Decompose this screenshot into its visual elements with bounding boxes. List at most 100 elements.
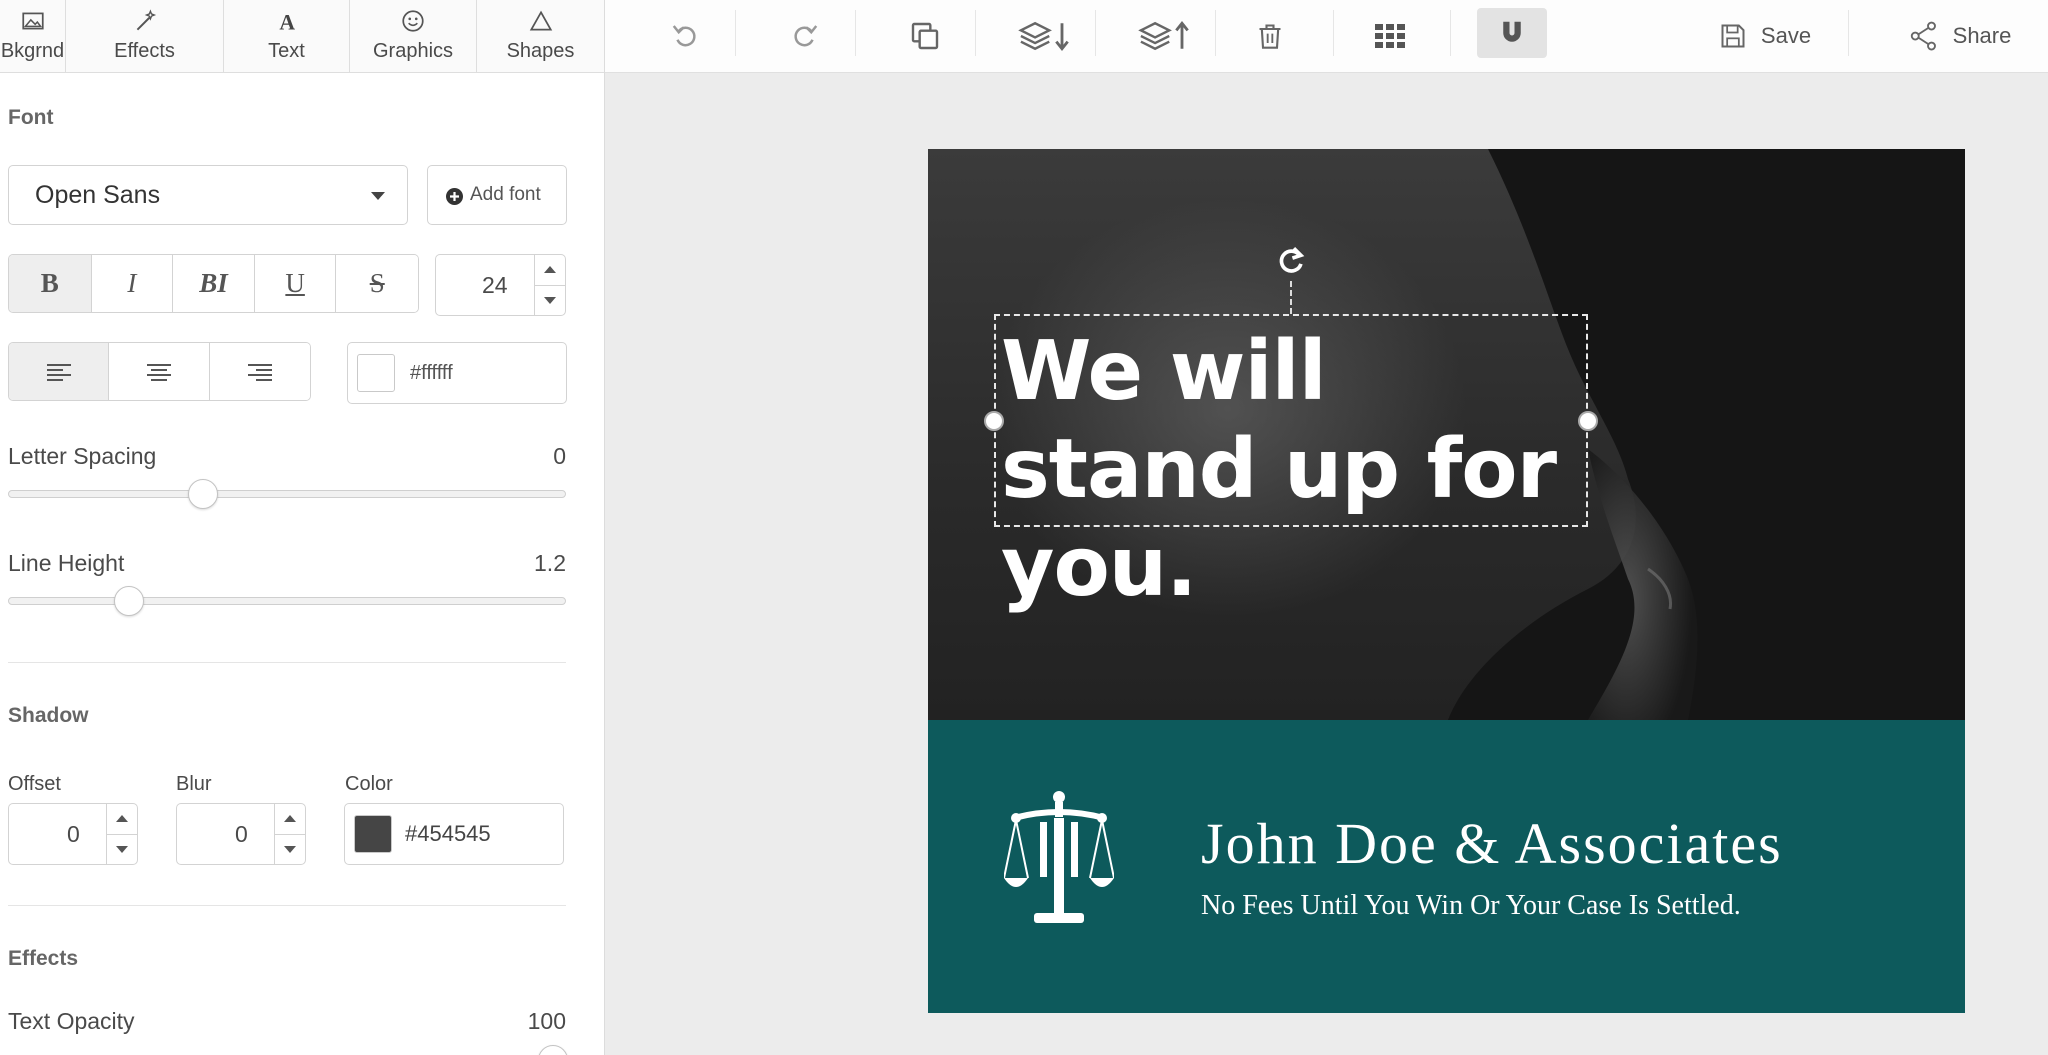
offset-label: Offset [8,773,61,795]
tab-shapes[interactable]: Shapes [477,0,604,72]
strikethrough-button[interactable]: S [336,255,418,312]
tagline-text[interactable]: No Fees Until You Win Or Your Case Is Se… [1201,890,1741,922]
toolbar-separator [1215,10,1216,56]
grid-button[interactable] [1355,0,1425,72]
shadow-section-title: Shadow [8,704,89,727]
add-font-label: Add font [470,184,541,205]
letter-spacing-thumb[interactable] [187,479,218,509]
line-height-label: Line Height [8,550,125,576]
redo-button[interactable] [770,0,840,72]
send-backward-button[interactable] [1000,0,1090,72]
align-left-icon [46,363,71,381]
magic-wand-icon [136,9,156,31]
font-family-value: Open Sans [35,181,161,209]
shadow-blur-stepper[interactable]: 0 [176,803,306,865]
font-style-group: B I BI U S [8,254,419,313]
align-center-button[interactable] [109,343,210,400]
rotate-connector [1290,281,1294,314]
shadow-blur-value: 0 [235,821,248,847]
tab-graphics[interactable]: Graphics [350,0,477,72]
font-family-select[interactable]: Open Sans [8,165,408,225]
shadow-offset-stepper[interactable]: 0 [8,803,138,865]
duplicate-icon [911,22,939,50]
snap-magnet-button[interactable] [1477,8,1547,58]
blur-label: Blur [176,773,212,795]
add-font-button[interactable]: Add font [427,165,567,225]
tab-label: Shapes [506,40,575,62]
brand-banner[interactable]: John Doe & Associates No Fees Until You … [928,720,1965,1013]
undo-button[interactable] [650,0,720,72]
text-icon: A [279,11,295,34]
line-height-value: 1.2 [534,550,566,576]
text-align-group [8,342,311,401]
bring-forward-button[interactable] [1120,0,1210,72]
effects-section-title: Effects [8,947,79,970]
tab-background[interactable]: Bkgrnd [0,0,66,72]
triangle-icon [529,10,552,31]
text-opacity-value: 100 [527,1008,566,1034]
toolbar-separator [1450,10,1451,56]
plus-circle-icon [446,188,463,205]
save-button[interactable]: Save [1695,0,1835,72]
caret-down-icon [371,192,385,200]
align-right-button[interactable] [209,343,310,400]
tab-label: Effects [114,40,175,62]
share-button[interactable]: Share [1895,0,2025,72]
undo-icon [672,25,696,47]
design-canvas[interactable]: We will stand up for you. John Doe & Ass… [928,149,1965,1013]
font-size-value: 24 [482,272,508,298]
resize-handle-right[interactable] [1578,411,1598,431]
bold-italic-button[interactable]: BI [173,255,255,312]
bold-button[interactable]: B [9,255,92,312]
shadow-color-field[interactable]: #454545 [344,803,564,865]
tab-effects[interactable]: Effects [66,0,224,72]
svg-text:A: A [279,11,295,34]
arrow-down-icon[interactable] [275,835,305,865]
letter-spacing-track[interactable] [8,490,566,498]
text-opacity-label: Text Opacity [8,1008,135,1034]
headline-text[interactable]: We will stand up for you. [1001,323,1581,617]
arrow-down-icon[interactable] [535,286,565,316]
line-height-track[interactable] [8,597,566,605]
duplicate-button[interactable] [890,0,960,72]
tab-text[interactable]: A Text [224,0,350,72]
tab-label: Text [268,40,305,62]
rotate-icon[interactable] [1274,244,1308,278]
tab-label: Graphics [372,40,454,62]
toolbar-separator [1333,10,1334,56]
font-size-stepper[interactable]: 24 [435,254,566,316]
toolbar-separator [1848,10,1849,56]
redo-icon [794,25,818,47]
align-left-button[interactable] [9,343,110,400]
panel-tabs: Bkgrnd Effects A Text Graphics Shapes [0,0,604,73]
tab-label: Bkgrnd [0,40,65,62]
share-icon [1910,21,1936,51]
italic-button[interactable]: I [91,255,174,312]
arrow-up-icon[interactable] [535,255,565,286]
arrow-up-icon[interactable] [275,804,305,835]
trash-icon [1259,24,1281,49]
text-color-swatch[interactable] [357,354,395,392]
divider [8,905,566,906]
shadow-color-swatch[interactable] [354,815,392,853]
align-right-icon [247,363,272,381]
arrow-up-icon[interactable] [107,804,137,835]
blur-arrows [274,804,305,864]
letter-spacing-value: 0 [553,443,566,469]
scales-of-justice-icon [1004,791,1114,923]
toolbar-separator [855,10,856,56]
delete-button[interactable] [1235,0,1305,72]
grid-icon [1375,24,1405,48]
shadow-color-value: #454545 [405,821,491,846]
text-opacity-thumb[interactable] [538,1045,568,1055]
text-color-field[interactable]: #ffffff [347,342,567,404]
share-label: Share [1952,23,2012,48]
text-color-value: #ffffff [410,362,453,384]
color-label: Color [345,773,393,795]
underline-button[interactable]: U [254,255,337,312]
layer-up-icon [1138,20,1189,51]
firm-name-text[interactable]: John Doe & Associates [1201,810,1783,877]
arrow-down-icon[interactable] [107,835,137,865]
toolbar-separator [975,10,976,56]
line-height-thumb[interactable] [113,586,144,616]
